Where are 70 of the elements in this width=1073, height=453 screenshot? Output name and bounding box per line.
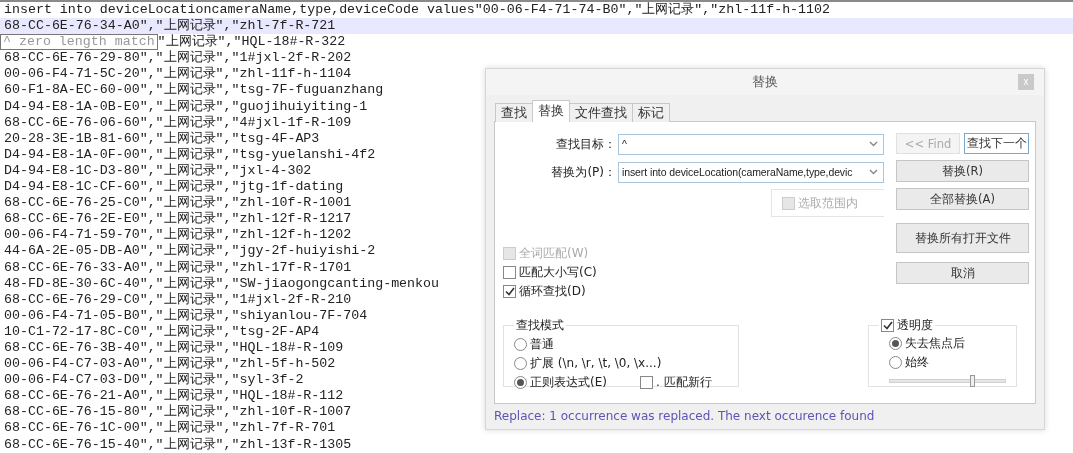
code-text: 68-CC-6E-76-21-A0","上网记录","HQL-18#-R-112 <box>4 388 344 404</box>
code-text: "上网记录","HQL-18#-R-322 <box>157 34 346 50</box>
code-text: D4-94-E8-1A-0F-00","上网记录","tsg-yuelanshi-4f2 <box>4 146 376 163</box>
code-text: 68-CC-6E-76-34-A0","上网记录","zhl-7f-R-721 <box>4 18 336 34</box>
check-icon <box>882 320 893 330</box>
window-title: 替换 <box>752 73 778 91</box>
tab[interactable]: 标记 <box>632 103 670 122</box>
code-text: 00-06-F4-71-59-70","上网记录","zhl-12f-h-1202 <box>4 227 352 243</box>
code-text: D4-94-E8-1A-0B-E0","上网记录","guojihuiyiting-1 <box>4 98 368 115</box>
radio-label: 扩展 (\n, \r, \t, \0, \x...) <box>530 355 662 372</box>
code-text: 10-C1-72-17-8C-C0","上网记录","tsg-2F-AP4 <box>4 323 320 340</box>
checkbox[interactable] <box>639 376 653 389</box>
tooltip: ^ zero length match <box>0 34 158 51</box>
radio-label: 始终 <box>905 354 929 371</box>
code-text: 68-CC-6E-76-29-C0","上网记录","1#jxl-2f-R-210 <box>4 291 352 308</box>
code-text: 68-CC-6E-76-25-C0","上网记录","zhl-10f-R-1001 <box>4 195 352 211</box>
dialog-button[interactable]: 替换所有打开文件 <box>896 223 1029 253</box>
checkbox-label: 选取范围内 <box>798 194 858 212</box>
code-text: D4-94-E8-1C-D3-80","上网记录","jxl-4-302 <box>4 162 312 179</box>
radio-button[interactable] <box>514 357 527 370</box>
checkbox-label: 匹配大小写(C) <box>519 263 597 281</box>
code-text: insert into deviceLocationcameraName,type,deviceCode values"00-06-F4-71-74-B0","上网记录","zhl-11f-h-1102 <box>4 2 830 18</box>
status-message: Replace: 1 occurrence was replaced. The next occurence found <box>494 408 876 423</box>
code-text: 00-06-F4-71-5C-20","上网记录","zhl-11f-h-1104 <box>4 66 352 82</box>
code-text: 00-06-F4-C7-03-D0","上网记录","syl-3f-2 <box>4 372 304 388</box>
code-text: 00-06-F4-C7-03-A0","上网记录","zhl-5f-h-502 <box>4 356 336 372</box>
radio-button[interactable] <box>889 356 902 369</box>
checkbox[interactable] <box>503 284 516 298</box>
code-text: 68-CC-6E-76-15-40","上网记录","zhl-13f-R-1305 <box>4 436 352 453</box>
tab[interactable]: 查找 <box>495 103 533 122</box>
code-text: 68-CC-6E-76-15-80","上网记录","zhl-10f-R-1007 <box>4 404 352 420</box>
combo-field[interactable]: insert into deviceLocation(cameraName,type,devic <box>618 161 884 183</box>
code-text: 68-CC-6E-76-2E-E0","上网记录","zhl-12f-R-1217 <box>4 211 352 227</box>
field-label: 查找目标： <box>555 135 617 153</box>
radio-label: 正则表达式(E) <box>530 374 607 391</box>
checkbox[interactable] <box>881 318 894 332</box>
dialog-button[interactable]: 全部替换(A) <box>896 188 1029 210</box>
check-icon <box>504 286 515 296</box>
dialog-button[interactable]: 替换(R) <box>896 160 1029 182</box>
code-text: 68-CC-6E-76-29-80","上网记录","1#jxl-2f-R-202 <box>4 50 352 66</box>
code-text: 68-CC-6E-76-06-60","上网记录","4#jxl-1f-R-109 <box>4 114 352 131</box>
field-label: 替换为(P)： <box>550 163 617 181</box>
code-text: 68-CC-6E-76-3B-40","上网记录","HQL-18#-R-109 <box>4 339 344 356</box>
code-text: 68-CC-6E-76-1C-00","上网记录","zhl-7f-R-701 <box>4 420 336 437</box>
dialog-button[interactable]: 查找下一个 <box>964 133 1029 154</box>
radio-button[interactable] <box>514 376 527 389</box>
code-text: 00-06-F4-71-05-B0","上网记录","shiyanlou-7F-704 <box>4 307 368 324</box>
combo-field[interactable]: ^ <box>618 133 884 155</box>
radio-button[interactable] <box>889 337 902 350</box>
code-text: 68-CC-6E-76-33-A0","上网记录","zhl-17f-R-1701 <box>4 259 352 276</box>
radio-button[interactable] <box>514 338 527 351</box>
code-text: 60-F1-8A-EC-60-00","上网记录","tsg-7F-fuguanzhang <box>4 82 384 99</box>
caret-icon <box>869 169 878 175</box>
checkbox-label: . 匹配新行 <box>655 374 712 391</box>
group-title: 查找模式 <box>515 317 565 334</box>
code-text: 20-28-3E-1B-81-60","上网记录","tsg-4F-AP3 <box>4 130 320 147</box>
radio-label: 普通 <box>530 336 554 353</box>
checkbox-label: 透明度 <box>897 316 933 334</box>
tab[interactable]: 文件查找 <box>569 103 633 122</box>
checkbox[interactable] <box>503 265 516 279</box>
checkbox-label: 全词匹配(W) <box>519 244 589 262</box>
dialog-button[interactable]: 取消 <box>896 262 1029 284</box>
slider-thumb[interactable] <box>969 375 975 387</box>
tab[interactable]: 替换 <box>532 100 570 122</box>
code-text: 44-6A-2E-05-DB-A0","上网记录","jgy-2f-huiyishi-2 <box>4 243 376 260</box>
caret-icon <box>869 141 878 147</box>
code-text: 48-FD-8E-30-6C-40","上网记录","SW-jiaogongcanting-menkou <box>4 275 439 292</box>
checkbox-label: 循环查找(D) <box>519 282 586 300</box>
code-text: D4-94-E8-1C-CF-60","上网记录","jtg-1f-dating <box>4 179 344 195</box>
radio-label: 失去焦点后 <box>905 335 965 352</box>
